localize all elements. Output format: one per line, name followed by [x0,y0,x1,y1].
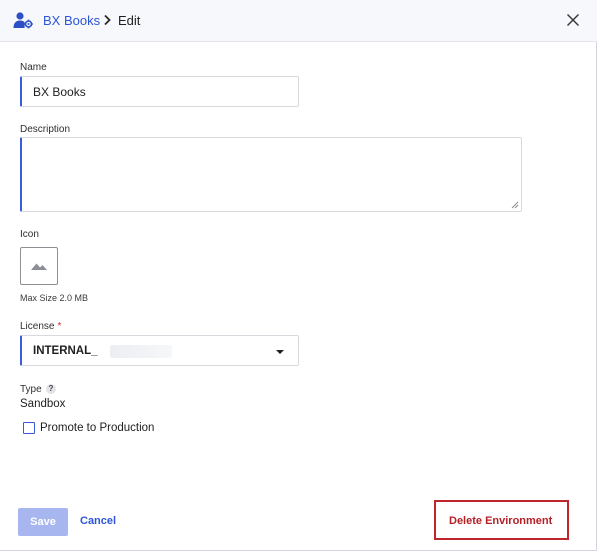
icon-label: Icon [20,229,39,240]
caret-down-icon [276,350,284,354]
license-select[interactable]: INTERNAL_ [20,335,299,366]
promote-to-production-checkbox[interactable] [23,422,35,434]
image-placeholder-icon [31,263,47,270]
icon-max-size-hint: Max Size 2.0 MB [20,293,89,303]
delete-environment-button[interactable]: Delete Environment [449,515,552,527]
breadcrumb-environment-link[interactable]: BX Books [43,13,100,28]
redacted-license-suffix [110,345,172,358]
breadcrumb-current-page: Edit [118,13,141,28]
description-label: Description [20,124,71,135]
type-label: Type [20,384,42,395]
license-label-text: License [20,321,55,332]
resize-handle-icon[interactable] [511,201,519,209]
type-value: Sandbox [20,398,66,410]
name-input[interactable]: BX Books [20,76,299,107]
close-icon[interactable] [566,13,580,27]
license-selected-value: INTERNAL_ [33,345,98,357]
required-marker: * [57,321,62,332]
promote-to-production-label[interactable]: Promote to Production [40,422,154,434]
name-label: Name [20,62,47,73]
cancel-button[interactable]: Cancel [80,515,116,527]
panel-header: BX Books Edit [0,0,597,42]
chevron-right-icon [104,14,111,26]
description-textarea[interactable] [20,137,522,212]
name-input-value: BX Books [33,85,86,99]
help-icon[interactable]: ? [46,384,56,394]
license-label: License * [20,321,61,332]
save-button[interactable]: Save [18,508,68,536]
icon-upload-button[interactable] [20,247,58,285]
environment-settings-icon [13,12,33,29]
